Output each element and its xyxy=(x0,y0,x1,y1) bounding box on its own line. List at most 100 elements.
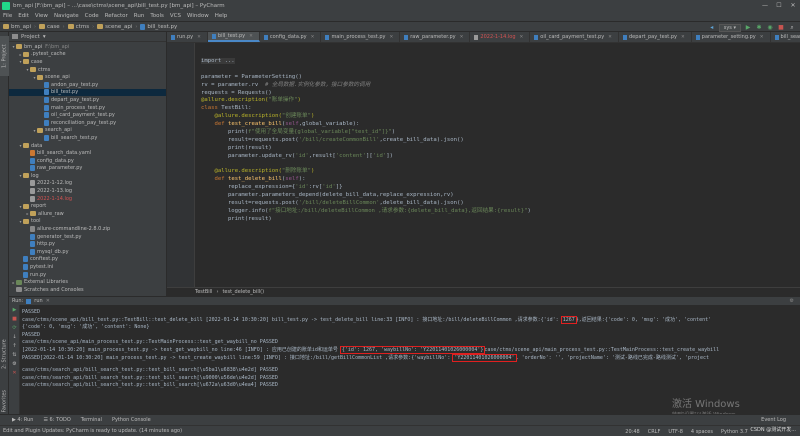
tree-item[interactable]: generator_test.py xyxy=(9,233,166,241)
editor-tab[interactable]: main_process_test.py ✕ xyxy=(321,32,401,42)
sort-icon[interactable]: ⇅ xyxy=(9,350,20,359)
tree-item[interactable]: depart_pay_test.py xyxy=(9,96,166,104)
tree-item[interactable]: bill_test.py xyxy=(9,88,166,97)
refresh-icon[interactable]: ⟳ xyxy=(9,323,20,332)
tree-item[interactable]: ▾ case xyxy=(9,58,166,66)
tree-item[interactable]: raw_parameter.py xyxy=(9,165,166,173)
run-console[interactable]: PASSED case/ctms/scene_api/bill_test.py::… xyxy=(22,309,800,390)
menu-item-run[interactable]: Run xyxy=(134,13,145,19)
menu-item-refactor[interactable]: Refactor xyxy=(105,13,128,19)
close-tab-icon[interactable]: ✕ xyxy=(520,35,524,40)
editor-tab[interactable]: bill_test.py ✕ xyxy=(207,32,260,42)
run-icon[interactable]: ▶ xyxy=(744,24,752,32)
todo-tool-tab[interactable]: ☰ 6: TODO xyxy=(43,417,70,423)
tree-item[interactable]: 2022-1-12.log xyxy=(9,180,166,188)
nav-crumb-file[interactable]: bill_test.py xyxy=(140,23,177,30)
tree-item[interactable]: bill_search_test.py xyxy=(9,134,166,142)
coverage-icon[interactable]: ◉ xyxy=(766,24,774,32)
close-tab-icon[interactable]: ✕ xyxy=(389,35,393,40)
tree-item[interactable]: ▾ ctms xyxy=(9,66,166,74)
python-interpreter[interactable]: Python 3.7 xyxy=(721,429,748,435)
editor-tab[interactable]: bill_search_test.py✕ xyxy=(771,32,800,42)
structure-tool-tab[interactable]: 2: Structure xyxy=(0,332,9,376)
menu-item-code[interactable]: Code xyxy=(85,13,99,19)
tree-item[interactable]: 2022-1-14.log xyxy=(9,195,166,203)
scroll-down-icon[interactable]: ↓ xyxy=(9,332,20,341)
minimize-button[interactable]: — xyxy=(758,0,772,11)
close-tab-icon[interactable]: ✕ xyxy=(681,35,685,40)
editor-tab[interactable]: run.py ✕ xyxy=(167,32,208,42)
event-log-tool-tab[interactable]: Event Log xyxy=(761,417,786,423)
nav-crumb-ctms[interactable]: ctms xyxy=(67,24,89,30)
stop-icon[interactable]: ■ xyxy=(9,314,20,323)
run-configuration-select[interactable]: sys ▾ xyxy=(718,23,741,32)
tree-item[interactable]: run.py xyxy=(9,271,166,279)
line-separator[interactable]: CRLF xyxy=(648,429,661,435)
back-arrow-icon[interactable]: ◂ xyxy=(708,24,716,32)
chevron-down-icon[interactable]: ▾ xyxy=(43,34,46,40)
close-tab-icon[interactable]: ✕ xyxy=(197,35,201,40)
close-button[interactable]: ✕ xyxy=(786,0,800,11)
editor-tab[interactable]: parameter_setting.py ✕ xyxy=(692,32,771,42)
run-config-tab[interactable]: run xyxy=(34,298,42,304)
tree-item[interactable]: http.py xyxy=(9,240,166,248)
tree-item[interactable]: ▸ External Libraries xyxy=(9,278,166,286)
menu-item-navigate[interactable]: Navigate xyxy=(54,13,79,19)
tree-item[interactable]: allure-commandline-2.8.0.zip xyxy=(9,225,166,233)
menu-item-help[interactable]: Help xyxy=(215,13,228,19)
close-icon[interactable]: ✕ xyxy=(9,368,20,377)
tree-item[interactable]: ▾ tool xyxy=(9,218,166,226)
close-tab-icon[interactable]: ✕ xyxy=(460,35,464,40)
tree-item[interactable]: ▾ search_api xyxy=(9,127,166,135)
editor-tab[interactable]: depart_pay_test.py ✕ xyxy=(619,32,692,42)
status-message[interactable]: Edit and Plugin Updates: PyCharm is read… xyxy=(3,428,182,434)
tree-item[interactable]: andon_pay_test.py xyxy=(9,81,166,89)
editor-tab[interactable]: config_data.py ✕ xyxy=(260,32,322,42)
nav-crumb-scene-api[interactable]: scene_api xyxy=(97,24,132,30)
breadcrumb-class[interactable]: TestBill xyxy=(195,289,212,295)
file-encoding[interactable]: UTF-8 xyxy=(668,429,683,435)
editor-tab[interactable]: oil_card_payment_test.py ✕ xyxy=(530,32,619,42)
stop-icon[interactable]: ■ xyxy=(777,24,785,32)
tree-item[interactable]: config_data.py xyxy=(9,157,166,165)
menu-item-tools[interactable]: Tools xyxy=(150,13,164,19)
tree-item[interactable]: bill_search_data.yaml xyxy=(9,149,166,157)
tree-item[interactable]: conftest.py xyxy=(9,256,166,264)
tree-item[interactable]: pytest.ini xyxy=(9,263,166,271)
tree-item[interactable]: ▾ report xyxy=(9,202,166,210)
python-console-tool-tab[interactable]: Python Console xyxy=(112,417,151,423)
indent-setting[interactable]: 4 spaces xyxy=(691,429,713,435)
terminal-tool-tab[interactable]: Terminal xyxy=(81,417,102,423)
gear-icon[interactable]: ⚙ xyxy=(790,298,794,304)
tree-item[interactable]: oil_card_payment_test.py xyxy=(9,111,166,119)
tree-item[interactable]: ▾ bm_api F:\bm_api xyxy=(9,43,166,51)
close-tab-icon[interactable]: ✕ xyxy=(608,35,612,40)
tree-item[interactable]: ▸ .pytest_cache xyxy=(9,51,166,59)
editor-tab[interactable]: raw_parameter.py ✕ xyxy=(400,32,471,42)
close-icon[interactable]: ✕ xyxy=(46,298,50,304)
tree-item[interactable]: ▾ data xyxy=(9,142,166,150)
tree-item[interactable]: Scratches and Consoles xyxy=(9,286,166,294)
maximize-button[interactable]: ☐ xyxy=(772,0,786,11)
tree-item[interactable]: ▾ scene_api xyxy=(9,73,166,81)
rerun-icon[interactable]: ▶ xyxy=(9,305,20,314)
tree-item[interactable]: reconciliation_pay_test.py xyxy=(9,119,166,127)
debug-icon[interactable]: ✱ xyxy=(755,24,763,32)
close-tab-icon[interactable]: ✕ xyxy=(249,34,253,39)
tree-item[interactable]: main_process_test.py xyxy=(9,104,166,112)
menu-item-window[interactable]: Window xyxy=(187,13,209,19)
tree-item[interactable]: 2022-1-13.log xyxy=(9,187,166,195)
tree-item[interactable]: ▸ allure_raw xyxy=(9,210,166,218)
scroll-up-icon[interactable]: ↑ xyxy=(9,341,20,350)
nav-crumb-case[interactable]: case xyxy=(39,24,60,30)
menu-item-file[interactable]: File xyxy=(3,13,12,19)
breadcrumb-method[interactable]: test_delete_bill() xyxy=(222,289,264,295)
run-tool-tab[interactable]: ▶ 4: Run xyxy=(12,417,33,423)
settings-icon[interactable]: ⚙ xyxy=(9,359,20,368)
project-panel-title[interactable]: Project xyxy=(21,34,40,40)
project-tool-tab[interactable]: 1: Project xyxy=(0,36,9,76)
editor-tab[interactable]: 2022-1-14.log ✕ xyxy=(470,32,531,42)
tree-item[interactable]: mysql_db.py xyxy=(9,248,166,256)
code-editor[interactable]: import ... parameter = ParameterSetting()… xyxy=(167,43,800,287)
caret-position[interactable]: 20:48 xyxy=(625,429,639,435)
